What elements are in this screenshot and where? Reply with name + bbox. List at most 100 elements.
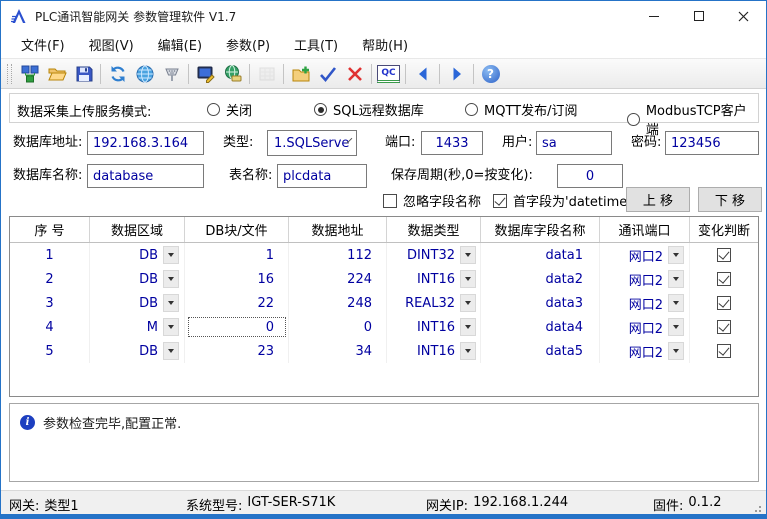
cell-area[interactable]: DB — [90, 243, 185, 267]
toolbar-gripper[interactable] — [7, 64, 12, 84]
refresh-icon[interactable] — [104, 61, 131, 86]
menu-edit[interactable]: 编辑(E) — [146, 31, 214, 58]
menu-file[interactable]: 文件(F) — [9, 31, 77, 58]
change-checkbox[interactable] — [717, 272, 731, 286]
cell-field[interactable]: data3 — [481, 291, 600, 315]
dropdown-button[interactable] — [668, 342, 684, 360]
cell-change — [690, 291, 758, 315]
radio-mode-sql[interactable]: SQL远程数据库 — [314, 100, 424, 119]
dropdown-button[interactable] — [163, 270, 179, 288]
cell-area[interactable]: DB — [90, 291, 185, 315]
cell-no: 4 — [10, 315, 90, 339]
port-input[interactable] — [421, 131, 483, 155]
cell-type[interactable]: REAL32 — [387, 291, 481, 315]
help-icon[interactable]: ? — [477, 61, 504, 86]
next-arrow-icon[interactable] — [443, 61, 470, 86]
change-checkbox[interactable] — [717, 248, 731, 262]
dropdown-button[interactable] — [460, 294, 476, 312]
port-label: 端口: — [385, 131, 415, 155]
dropdown-button[interactable] — [163, 246, 179, 264]
dropdown-button[interactable] — [460, 246, 476, 264]
toolbar-separator — [405, 64, 406, 84]
cell-block[interactable]: 22 — [185, 291, 289, 315]
maximize-icon — [694, 11, 704, 21]
radio-circle — [314, 103, 327, 116]
prev-arrow-icon[interactable] — [409, 61, 436, 86]
close-button[interactable] — [721, 1, 766, 31]
cell-port[interactable]: 网口2 — [600, 315, 690, 339]
cell-block[interactable]: 16 — [185, 267, 289, 291]
model-label: 系统型号: — [186, 495, 242, 514]
cell-type[interactable]: INT16 — [387, 267, 481, 291]
cell-address[interactable]: 112 — [289, 243, 387, 267]
change-checkbox[interactable] — [717, 344, 731, 358]
move-down-button[interactable]: 下 移 — [698, 187, 762, 212]
radio-mode-mqtt[interactable]: MQTT发布/订阅 — [465, 100, 577, 119]
dropdown-button[interactable] — [163, 342, 179, 360]
db-address-input[interactable] — [87, 131, 204, 155]
delete-cross-icon[interactable] — [341, 61, 368, 86]
network-globe-icon[interactable] — [131, 61, 158, 86]
dropdown-button[interactable] — [460, 318, 476, 336]
network-connect-icon[interactable] — [16, 61, 43, 86]
cell-address[interactable]: 248 — [289, 291, 387, 315]
cell-address[interactable]: 0 — [289, 315, 387, 339]
menu-tools[interactable]: 工具(T) — [282, 31, 350, 58]
move-up-button[interactable]: 上 移 — [626, 187, 690, 212]
qc-tool-icon[interactable]: QC — [375, 61, 402, 86]
cell-address[interactable]: 224 — [289, 267, 387, 291]
cell-port[interactable]: 网口2 — [600, 243, 690, 267]
cell-field[interactable]: data1 — [481, 243, 600, 267]
radio-mode-off[interactable]: 关闭 — [207, 100, 252, 119]
cell-type[interactable]: DINT32 — [387, 243, 481, 267]
dropdown-button[interactable] — [668, 318, 684, 336]
table-name-input[interactable] — [277, 164, 367, 188]
cell-block-focused[interactable]: 0 — [185, 315, 289, 339]
cell-field[interactable]: data5 — [481, 339, 600, 363]
dropdown-button[interactable] — [460, 342, 476, 360]
menu-params[interactable]: 参数(P) — [214, 31, 282, 58]
cell-block[interactable]: 1 — [185, 243, 289, 267]
cell-port[interactable]: 网口2 — [600, 339, 690, 363]
maximize-button[interactable] — [676, 1, 721, 31]
add-folder-icon[interactable] — [287, 61, 314, 86]
change-checkbox[interactable] — [717, 296, 731, 310]
save-icon[interactable] — [70, 61, 97, 86]
edit-cell[interactable]: 0 — [188, 317, 286, 337]
save-period-input[interactable] — [557, 164, 623, 188]
minimize-button[interactable] — [631, 1, 676, 31]
cell-type[interactable]: INT16 — [387, 315, 481, 339]
cell-port[interactable]: 网口2 — [600, 291, 690, 315]
cell-address[interactable]: 34 — [289, 339, 387, 363]
password-input[interactable] — [665, 131, 759, 155]
cell-area[interactable]: M — [90, 315, 185, 339]
dropdown-button[interactable] — [668, 294, 684, 312]
dropdown-button[interactable] — [668, 246, 684, 264]
resize-grip[interactable] — [759, 506, 761, 508]
user-input[interactable] — [536, 131, 612, 155]
open-file-icon[interactable] — [43, 61, 70, 86]
cell-block[interactable]: 23 — [185, 339, 289, 363]
cell-area[interactable]: DB — [90, 267, 185, 291]
cell-port[interactable]: 网口2 — [600, 267, 690, 291]
apply-check-icon[interactable] — [314, 61, 341, 86]
dropdown-button[interactable] — [460, 270, 476, 288]
serial-port-icon[interactable] — [158, 61, 185, 86]
dropdown-button[interactable] — [163, 318, 179, 336]
ignore-fields-checkbox[interactable]: 忽略字段名称 — [383, 191, 481, 210]
menu-help[interactable]: 帮助(H) — [350, 31, 420, 58]
cell-area[interactable]: DB — [90, 339, 185, 363]
minimize-icon — [649, 16, 659, 17]
dropdown-button[interactable] — [163, 294, 179, 312]
cell-field[interactable]: data2 — [481, 267, 600, 291]
monitor-edit-icon[interactable] — [192, 61, 219, 86]
first-field-checkbox[interactable]: 首字段为'datetime' — [493, 191, 631, 210]
db-type-select[interactable]: 1.SQLServe — [267, 130, 357, 156]
cell-field[interactable]: data4 — [481, 315, 600, 339]
dropdown-button[interactable] — [668, 270, 684, 288]
cell-type[interactable]: INT16 — [387, 339, 481, 363]
menu-view[interactable]: 视图(V) — [77, 31, 146, 58]
remote-config-icon[interactable] — [219, 61, 246, 86]
db-name-input[interactable] — [87, 164, 204, 188]
change-checkbox[interactable] — [717, 320, 731, 334]
